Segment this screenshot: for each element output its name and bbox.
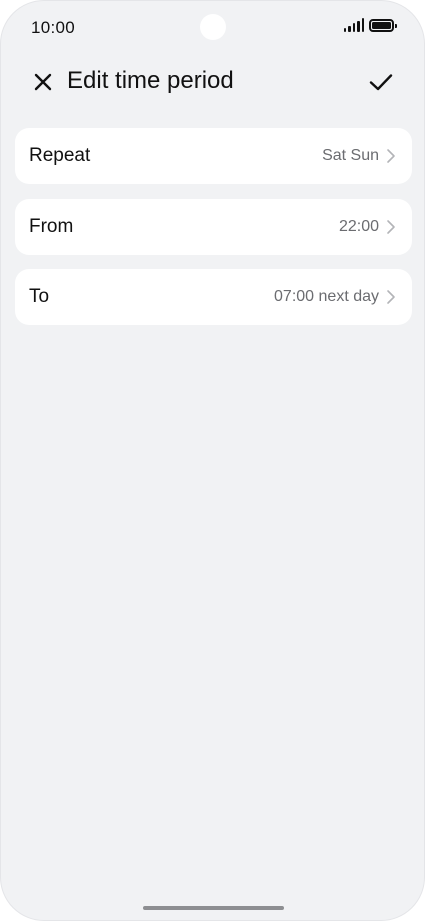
page-title: Edit time period [67,67,234,94]
close-button[interactable] [29,68,57,96]
chevron-right-icon [387,220,395,234]
to-value: 07:00 next day [274,288,379,305]
title-bar: Edit time period [1,57,424,105]
chevron-right-icon [387,149,395,163]
check-icon [369,74,393,91]
to-label: To [29,286,50,307]
battery-icon [369,18,397,32]
from-setting[interactable]: From 22:00 [15,199,412,255]
status-icons [343,18,397,32]
home-indicator[interactable] [143,906,284,910]
confirm-button[interactable] [366,67,396,97]
repeat-label: Repeat [29,145,91,166]
status-time: 10:00 [31,18,76,37]
to-setting[interactable]: To 07:00 next day [15,269,412,325]
from-label: From [29,216,74,237]
front-camera [200,14,226,40]
repeat-value: Sat Sun [322,147,379,164]
status-bar: 10:00 [1,1,424,55]
repeat-setting[interactable]: Repeat Sat Sun [15,128,412,184]
chevron-right-icon [387,290,395,304]
signal-icon [343,18,364,32]
close-icon [34,73,52,91]
phone-screen: 10:00 Edit time period Repeat Sat Sun Fr… [0,0,425,921]
from-value: 22:00 [338,218,379,235]
